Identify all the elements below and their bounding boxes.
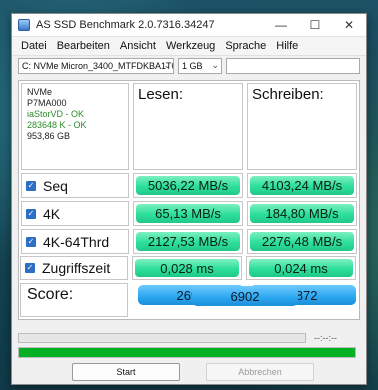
seq-write-value: 4103,24 MB/s (250, 176, 354, 195)
row-label-4k: ✓ 4K (21, 201, 129, 226)
maximize-icon[interactable]: ☐ (298, 14, 332, 36)
minimize-icon[interactable]: — (264, 14, 298, 36)
close-icon[interactable]: ✕ (332, 14, 366, 36)
score-total: 6902 (192, 286, 298, 306)
drive-capacity: 953,86 GB (27, 131, 71, 141)
4k-label: 4K (43, 205, 61, 222)
menu-hilfe[interactable]: Hilfe (271, 37, 303, 55)
chevron-down-icon: ⌄ (163, 60, 171, 70)
4k-64thrd-checkbox[interactable]: ✓ (26, 236, 36, 247)
row-label-4k-64thrd: ✓ 4K-64Thrd (21, 229, 129, 254)
seq-write-cell: 4103,24 MB/s (247, 173, 357, 198)
window-title: AS SSD Benchmark 2.0.7316.34247 (36, 19, 215, 31)
4k-checkbox[interactable]: ✓ (26, 208, 36, 219)
free-space-field (226, 58, 360, 74)
drive-firmware: P7MA000 (27, 98, 67, 108)
4k-write-cell: 184,80 MB/s (247, 201, 357, 226)
4k-64thrd-label: 4K-64Thrd (43, 233, 110, 250)
abort-button[interactable]: Abbrechen (206, 363, 314, 381)
test-progress-bar (18, 333, 306, 343)
4k-64thrd-write-cell: 2276,48 MB/s (247, 229, 357, 254)
drive-model: NVMe (27, 87, 53, 97)
size-select-value: 1 GB (182, 61, 203, 71)
menu-werkzeug[interactable]: Werkzeug (161, 37, 220, 55)
drive-select-value: C: NVMe Micron_3400_MTFDKBA1T0TF (22, 61, 174, 71)
window-controls: — ☐ ✕ (264, 14, 366, 36)
size-select[interactable]: 1 GB ⌄ (178, 58, 222, 74)
seq-label: Seq (43, 177, 68, 194)
4k-64thrd-write-value: 2276,48 MB/s (250, 232, 354, 251)
seq-read-value: 5036,22 MB/s (136, 176, 240, 195)
menu-bearbeiten[interactable]: Bearbeiten (52, 37, 115, 55)
seq-checkbox[interactable]: ✓ (26, 180, 36, 191)
elapsed-time: --:--:-- (314, 333, 337, 343)
menu-ansicht[interactable]: Ansicht (115, 37, 161, 55)
drive-alignment-status: 283648 K - OK (27, 120, 87, 130)
menu-datei[interactable]: Datei (16, 37, 52, 55)
results-grid: NVMe P7MA000 iaStorVD - OK 283648 K - OK… (18, 80, 360, 320)
start-button[interactable]: Start (72, 363, 180, 381)
4k-64thrd-read-cell: 2127,53 MB/s (133, 229, 243, 254)
menu-sprache[interactable]: Sprache (220, 37, 271, 55)
write-header: Schreiben: (247, 83, 357, 170)
4k-read-value: 65,13 MB/s (136, 204, 240, 223)
drive-info-panel: NVMe P7MA000 iaStorVD - OK 283648 K - OK… (21, 83, 129, 170)
title-bar: AS SSD Benchmark 2.0.7316.34247 — ☐ ✕ (12, 14, 366, 37)
overall-progress-fill (19, 348, 355, 357)
drive-select[interactable]: C: NVMe Micron_3400_MTFDKBA1T0TF ⌄ (18, 58, 174, 74)
4k-read-cell: 65,13 MB/s (133, 201, 243, 226)
app-icon (18, 19, 30, 31)
4k-64thrd-read-value: 2127,53 MB/s (136, 232, 240, 251)
menu-bar: Datei Bearbeiten Ansicht Werkzeug Sprach… (12, 37, 366, 56)
selector-row: C: NVMe Micron_3400_MTFDKBA1T0TF ⌄ 1 GB … (18, 58, 360, 76)
desktop-background: AS SSD Benchmark 2.0.7316.34247 — ☐ ✕ Da… (0, 0, 378, 390)
4k-write-value: 184,80 MB/s (250, 204, 354, 223)
row-label-seq: ✓ Seq (21, 173, 129, 198)
chevron-down-icon: ⌄ (211, 60, 219, 70)
seq-read-cell: 5036,22 MB/s (133, 173, 243, 198)
overall-progress-bar (18, 347, 356, 358)
app-window: AS SSD Benchmark 2.0.7316.34247 — ☐ ✕ Da… (11, 13, 367, 385)
drive-driver-status: iaStorVD - OK (27, 109, 85, 119)
read-header: Lesen: (133, 83, 243, 170)
